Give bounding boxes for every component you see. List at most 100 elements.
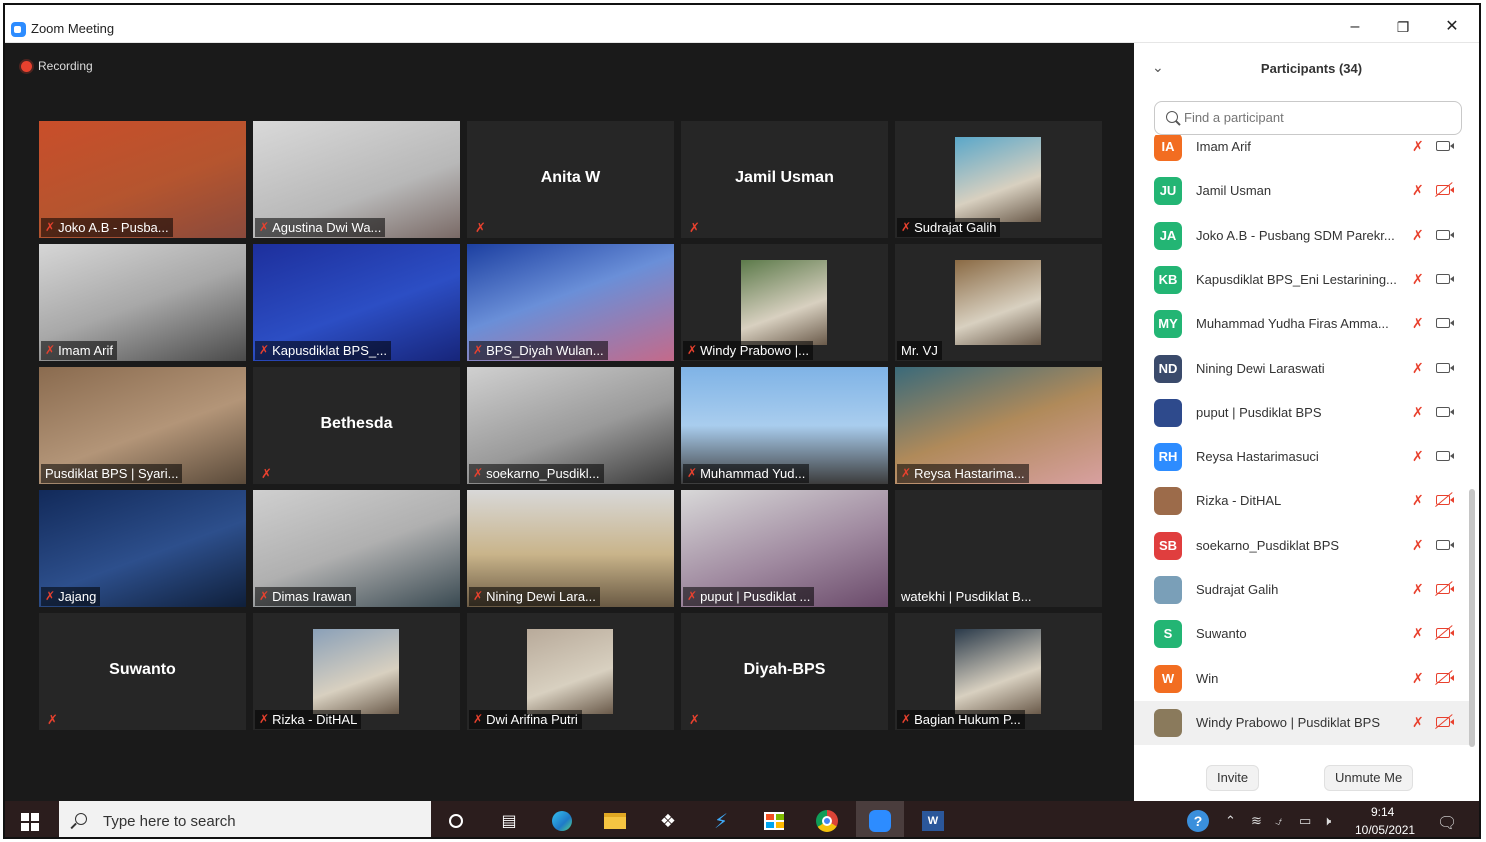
store-icon[interactable] — [750, 801, 798, 837]
mic-muted-icon[interactable]: ✗ — [1412, 537, 1424, 554]
video-tile[interactable]: ✗ Joko A.B - Pusba... — [39, 121, 246, 238]
network-icon[interactable]: ≋ — [1251, 813, 1262, 829]
video-tile[interactable]: ✗ Bagian Hukum P... — [895, 613, 1102, 730]
video-tile[interactable]: ✗ Sudrajat Galih — [895, 121, 1102, 238]
word-icon[interactable]: W — [909, 801, 957, 837]
cortana-icon[interactable] — [432, 801, 480, 837]
participant-row[interactable]: Rizka - DitHAL ✗ — [1134, 479, 1470, 523]
participant-row[interactable]: MY Muhammad Yudha Firas Amma... ✗ — [1134, 302, 1470, 346]
participant-row[interactable]: JU Jamil Usman ✗ — [1134, 169, 1470, 213]
scrollbar[interactable] — [1469, 489, 1475, 747]
video-tile[interactable]: watekhi | Pusdiklat B... — [895, 490, 1102, 607]
invite-button[interactable]: Invite — [1206, 765, 1260, 791]
video-tile[interactable]: Bethesda ✗ — [253, 367, 460, 484]
unmute-me-button[interactable]: Unmute Me — [1324, 765, 1414, 791]
mic-muted-icon[interactable]: ✗ — [1412, 670, 1424, 687]
participant-row[interactable]: IA Imam Arif ✗ — [1134, 135, 1470, 169]
video-tile[interactable]: ✗ Dwi Arifina Putri — [467, 613, 674, 730]
notification-icon[interactable]: 🗨 — [1437, 813, 1457, 833]
video-tile[interactable]: ✗ BPS_Diyah Wulan... — [467, 244, 674, 361]
participant-row[interactable]: Sudrajat Galih ✗ — [1134, 568, 1470, 612]
chevron-up-icon[interactable]: ⌃ — [1225, 813, 1236, 829]
camera-off-icon[interactable] — [1436, 495, 1454, 506]
video-tile[interactable]: ✗ Nining Dewi Lara... — [467, 490, 674, 607]
pen-icon[interactable]: ⍻ — [1275, 813, 1282, 829]
camera-icon[interactable] — [1436, 451, 1454, 462]
clock-time[interactable]: 9:14 — [1371, 805, 1394, 819]
mic-muted-icon[interactable]: ✗ — [1412, 448, 1424, 465]
video-tile[interactable]: ✗ Muhammad Yud... — [681, 367, 888, 484]
mic-muted-icon[interactable]: ✗ — [1412, 360, 1424, 377]
participant-row[interactable]: Windy Prabowo | Pusdiklat BPS ✗ — [1134, 700, 1470, 745]
video-tile[interactable]: ✗ Agustina Dwi Wa... — [253, 121, 460, 238]
participant-row[interactable]: W Win ✗ — [1134, 657, 1470, 701]
participant-row[interactable]: KB Kapusdiklat BPS_Eni Lestarining... ✗ — [1134, 258, 1470, 302]
restore-button[interactable]: ❐ — [1388, 15, 1418, 39]
camera-icon[interactable] — [1436, 141, 1454, 151]
app-bolt-icon[interactable]: ⚡ — [697, 801, 745, 837]
clock-date[interactable]: 10/05/2021 — [1355, 823, 1415, 837]
camera-icon[interactable] — [1436, 362, 1454, 373]
tile-display-name: Bethesda — [320, 415, 393, 432]
dropbox-icon[interactable]: ❖ — [644, 801, 692, 837]
camera-off-icon[interactable] — [1436, 628, 1454, 639]
camera-icon[interactable] — [1436, 229, 1454, 240]
participant-row[interactable]: S Suwanto ✗ — [1134, 612, 1470, 656]
mic-muted-icon[interactable]: ✗ — [1412, 271, 1424, 288]
video-tile[interactable]: Pusdiklat BPS | Syari... — [39, 367, 246, 484]
participant-row[interactable]: RH Reysa Hastarimasuci ✗ — [1134, 435, 1470, 479]
participant-search[interactable] — [1154, 101, 1462, 135]
video-tile[interactable]: ✗ Imam Arif — [39, 244, 246, 361]
video-tile[interactable]: ✗ soekarno_Pusdikl... — [467, 367, 674, 484]
taskbar-search[interactable]: Type here to search — [59, 801, 431, 837]
close-button[interactable]: ✕ — [1437, 15, 1467, 39]
video-tile[interactable]: ✗ puput | Pusdiklat ... — [681, 490, 888, 607]
video-tile[interactable]: Diyah-BPS ✗ — [681, 613, 888, 730]
participants-title: Participants (34) — [1260, 61, 1363, 76]
mic-muted-icon[interactable]: ✗ — [1412, 138, 1424, 155]
video-tile[interactable]: ✗ Reysa Hastarima... — [895, 367, 1102, 484]
recording-indicator[interactable]: Recording — [21, 57, 93, 75]
camera-icon[interactable] — [1436, 273, 1454, 284]
participant-row[interactable]: puput | Pusdiklat BPS ✗ — [1134, 391, 1470, 435]
file-explorer-icon[interactable] — [591, 801, 639, 837]
minimize-button[interactable]: – — [1340, 15, 1370, 39]
mic-muted-icon[interactable]: ✗ — [1412, 227, 1424, 244]
video-tile[interactable]: Jamil Usman ✗ — [681, 121, 888, 238]
volume-icon[interactable]: 🕨 — [1323, 813, 1331, 829]
participant-row[interactable]: SB soekarno_Pusdiklat BPS ✗ — [1134, 524, 1470, 568]
video-tile[interactable]: ✗ Windy Prabowo |... — [681, 244, 888, 361]
camera-icon[interactable] — [1436, 406, 1454, 417]
mic-muted-icon[interactable]: ✗ — [1412, 492, 1424, 509]
video-tile[interactable]: ✗ Jajang — [39, 490, 246, 607]
task-view-icon[interactable]: ▤ — [485, 801, 533, 837]
mic-muted-icon[interactable]: ✗ — [1412, 182, 1424, 199]
camera-off-icon[interactable] — [1436, 584, 1454, 594]
mic-muted-icon: ✗ — [473, 712, 484, 726]
mic-muted-icon[interactable]: ✗ — [1412, 625, 1424, 642]
video-tile[interactable]: ✗ Rizka - DitHAL — [253, 613, 460, 730]
mic-muted-icon[interactable]: ✗ — [1412, 315, 1424, 332]
video-tile[interactable]: Anita W ✗ — [467, 121, 674, 238]
camera-off-icon[interactable] — [1436, 185, 1454, 196]
video-tile[interactable]: ✗ Dimas Irawan — [253, 490, 460, 607]
participant-row[interactable]: ND Nining Dewi Laraswati ✗ — [1134, 347, 1470, 391]
camera-icon[interactable] — [1436, 539, 1454, 550]
search-input[interactable] — [1184, 110, 1434, 125]
video-tile[interactable]: Suwanto ✗ — [39, 613, 246, 730]
camera-icon[interactable] — [1436, 318, 1454, 329]
camera-off-icon[interactable] — [1436, 672, 1454, 683]
help-icon[interactable]: ? — [1187, 810, 1209, 832]
battery-icon[interactable]: ▭ — [1299, 813, 1311, 829]
edge-icon[interactable] — [538, 801, 586, 837]
mic-muted-icon[interactable]: ✗ — [1412, 581, 1424, 598]
mic-muted-icon[interactable]: ✗ — [1412, 404, 1424, 421]
mic-muted-icon[interactable]: ✗ — [1412, 714, 1424, 731]
video-tile[interactable]: ✗ Kapusdiklat BPS_... — [253, 244, 460, 361]
windows-start-icon[interactable] — [21, 813, 39, 831]
video-tile[interactable]: Mr. VJ — [895, 244, 1102, 361]
participant-row[interactable]: JA Joko A.B - Pusbang SDM Parekr... ✗ — [1134, 214, 1470, 258]
zoom-taskbar-icon[interactable] — [856, 801, 904, 837]
camera-off-icon[interactable] — [1436, 716, 1454, 727]
chrome-icon[interactable] — [803, 801, 851, 837]
